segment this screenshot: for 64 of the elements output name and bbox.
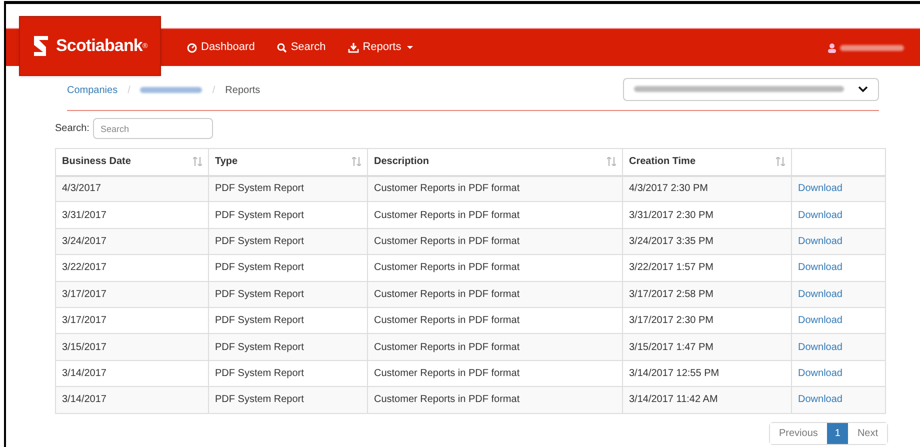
- page-button[interactable]: 1: [826, 422, 848, 444]
- table-cell: PDF System Report: [215, 236, 304, 247]
- sort-icon[interactable]: [193, 157, 202, 166]
- search-label: Search:: [55, 122, 90, 136]
- table-cell: 3/24/2017 3:35 PM: [629, 236, 714, 247]
- table-cell: Customer Reports in PDF format: [374, 210, 520, 221]
- breadcrumb-separator: /: [212, 84, 216, 98]
- table-cell: Customer Reports in PDF format: [374, 342, 520, 353]
- table-cell: 3/17/2017 2:58 PM: [629, 288, 714, 300]
- nav-link[interactable]: Reports: [348, 39, 414, 56]
- breadcrumb-link[interactable]: Companies: [67, 82, 118, 98]
- table-cell: Customer Reports in PDF format: [374, 394, 520, 406]
- table-cell: PDF System Report: [215, 394, 304, 406]
- table-cell: PDF System Report: [215, 368, 304, 379]
- table-cell: Customer Reports in PDF format: [374, 262, 520, 274]
- table-cell: 3/31/2017: [62, 210, 106, 221]
- table-cell: PDF System Report: [215, 288, 304, 300]
- sort-icon[interactable]: [352, 157, 361, 166]
- column-header[interactable]: Description: [374, 154, 430, 170]
- logo-icon: [32, 35, 50, 57]
- table-cell: 3/24/2017: [62, 236, 106, 247]
- download-icon: [348, 42, 359, 52]
- table-cell: 3/14/2017: [62, 394, 106, 406]
- chevron-down-icon: [858, 86, 868, 92]
- search-field[interactable]: Search: [93, 118, 214, 139]
- table-cell: PDF System Report: [215, 183, 304, 194]
- table-cell: 3/14/2017 12:55 PM: [629, 368, 720, 379]
- table-cell: 3/15/2017 1:47 PM: [629, 342, 714, 353]
- table-cell: 3/17/2017 2:30 PM: [629, 315, 714, 326]
- table-cell: 3/14/2017: [62, 368, 106, 379]
- user-icon: [828, 42, 836, 52]
- table-cell: 4/3/2017: [62, 183, 101, 194]
- table-cell: Customer Reports in PDF format: [374, 183, 520, 194]
- table-cell: 4/3/2017 2:30 PM: [629, 183, 708, 194]
- table-cell: PDF System Report: [215, 315, 304, 326]
- breadcrumb-current: Reports: [225, 84, 260, 98]
- company-select[interactable]: [623, 78, 879, 100]
- table-cell: Customer Reports in PDF format: [374, 315, 520, 326]
- table-cell: 3/15/2017: [62, 342, 106, 353]
- sort-icon[interactable]: [776, 157, 785, 166]
- dashboard-icon: [187, 42, 197, 52]
- table-cell: 3/22/2017: [62, 262, 106, 274]
- table-cell: Customer Reports in PDF format: [374, 288, 520, 300]
- search-icon: [276, 42, 287, 52]
- table-cell: 3/17/2017: [62, 315, 106, 326]
- table-cell: PDF System Report: [215, 342, 304, 353]
- nav-link[interactable]: Search: [276, 39, 326, 56]
- sort-icon[interactable]: [607, 157, 616, 166]
- table-cell: 3/31/2017 2:30 PM: [629, 210, 714, 221]
- table-cell: 3/17/2017: [62, 288, 106, 300]
- nav-link[interactable]: Dashboard: [187, 39, 255, 56]
- logo-panel[interactable]: Scotiabank$^{®}$: [19, 16, 161, 76]
- table-cell: 3/22/2017 1:57 PM: [629, 262, 714, 274]
- brand-name: Scotiabank$^{®}$: [56, 35, 148, 58]
- table-cell: 3/14/2017 11:42 AM: [629, 394, 718, 406]
- table-cell: PDF System Report: [215, 262, 304, 274]
- table-cell: Customer Reports in PDF format: [374, 236, 520, 247]
- column-header[interactable]: Type: [215, 154, 238, 170]
- redacted-user-menu[interactable]: [840, 44, 904, 50]
- caret-icon: [407, 46, 414, 49]
- breadcrumb-separator: /: [128, 84, 130, 98]
- table-cell: Customer Reports in PDF format: [374, 368, 520, 379]
- table-cell: PDF System Report: [215, 210, 304, 221]
- redacted-breadcrumb-link[interactable]: [140, 87, 202, 93]
